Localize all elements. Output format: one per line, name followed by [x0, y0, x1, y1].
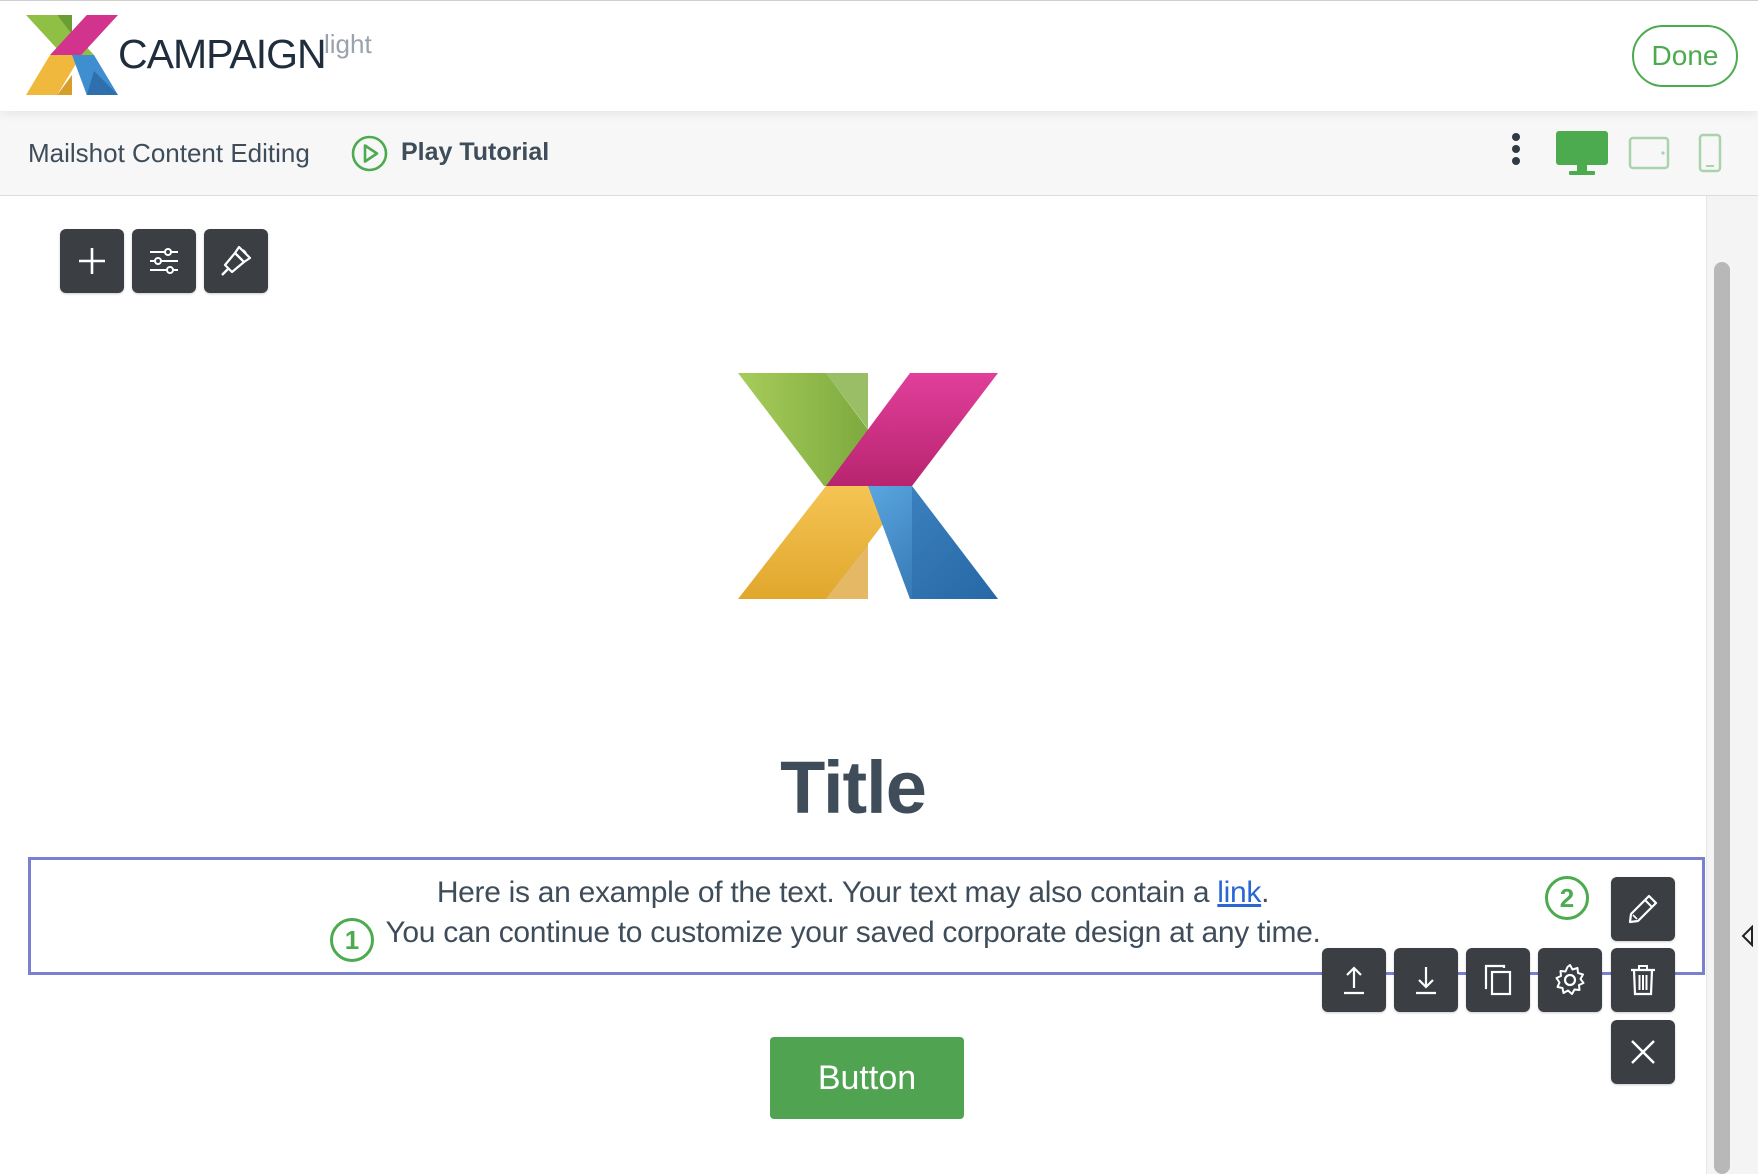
text-link[interactable]: link	[1217, 876, 1261, 909]
scrollbar-thumb[interactable]	[1714, 262, 1730, 1174]
move-up-icon	[1344, 966, 1364, 995]
caret-left-icon[interactable]	[1740, 925, 1754, 947]
text-line-1-end: .	[1261, 876, 1270, 909]
text-line-2[interactable]: You can continue to customize your saved…	[0, 916, 1706, 950]
duplicate-icon	[1484, 964, 1512, 996]
desktop-icon[interactable]	[1554, 129, 1610, 177]
move-block-down-button[interactable]	[1394, 948, 1458, 1012]
move-block-up-button[interactable]	[1322, 948, 1386, 1012]
block-settings-button[interactable]	[1538, 948, 1602, 1012]
campaign-logo-icon	[26, 15, 118, 95]
more-options-icon[interactable]	[1505, 129, 1527, 173]
app-header: CAMPAIGN light Done	[0, 0, 1758, 111]
duplicate-block-button[interactable]	[1466, 948, 1530, 1012]
close-block-toolbar-button[interactable]	[1611, 1020, 1675, 1084]
delete-block-button[interactable]	[1611, 948, 1675, 1012]
brand-name: CAMPAIGN	[118, 31, 327, 77]
text-line-1-content: Here is an example of the text. Your tex…	[436, 876, 1218, 909]
paint-brush-icon	[221, 245, 252, 276]
design-brush-button[interactable]	[204, 229, 268, 293]
play-tutorial-link[interactable]: Play Tutorial	[401, 138, 549, 167]
edit-block-button[interactable]	[1611, 877, 1675, 941]
pencil-icon	[1628, 894, 1658, 924]
close-icon	[1631, 1040, 1655, 1064]
editor-title: Mailshot Content Editing	[28, 138, 310, 168]
sliders-icon	[150, 248, 178, 274]
plus-icon	[79, 248, 105, 274]
callout-marker-2: 2	[1545, 876, 1589, 920]
move-down-icon	[1416, 967, 1436, 995]
email-canvas	[0, 196, 1706, 1174]
email-cta-button[interactable]: Button	[770, 1037, 964, 1119]
editor-subbar: Mailshot Content Editing Play Tutorial	[0, 111, 1758, 196]
trash-icon	[1631, 965, 1655, 996]
email-title-heading[interactable]: Title	[0, 745, 1706, 830]
gear-icon	[1555, 964, 1585, 995]
brand-edition: light	[324, 29, 372, 59]
play-icon[interactable]	[351, 135, 388, 172]
mobile-icon[interactable]	[1698, 133, 1722, 173]
text-line-1[interactable]: Here is an example of the text. Your tex…	[0, 876, 1706, 910]
done-button[interactable]: Done	[1632, 25, 1738, 87]
callout-marker-1: 1	[330, 918, 374, 962]
add-block-button[interactable]	[60, 229, 124, 293]
campaign-x-logo-image	[738, 373, 998, 599]
tablet-icon[interactable]	[1628, 135, 1670, 171]
settings-sliders-button[interactable]	[132, 229, 196, 293]
